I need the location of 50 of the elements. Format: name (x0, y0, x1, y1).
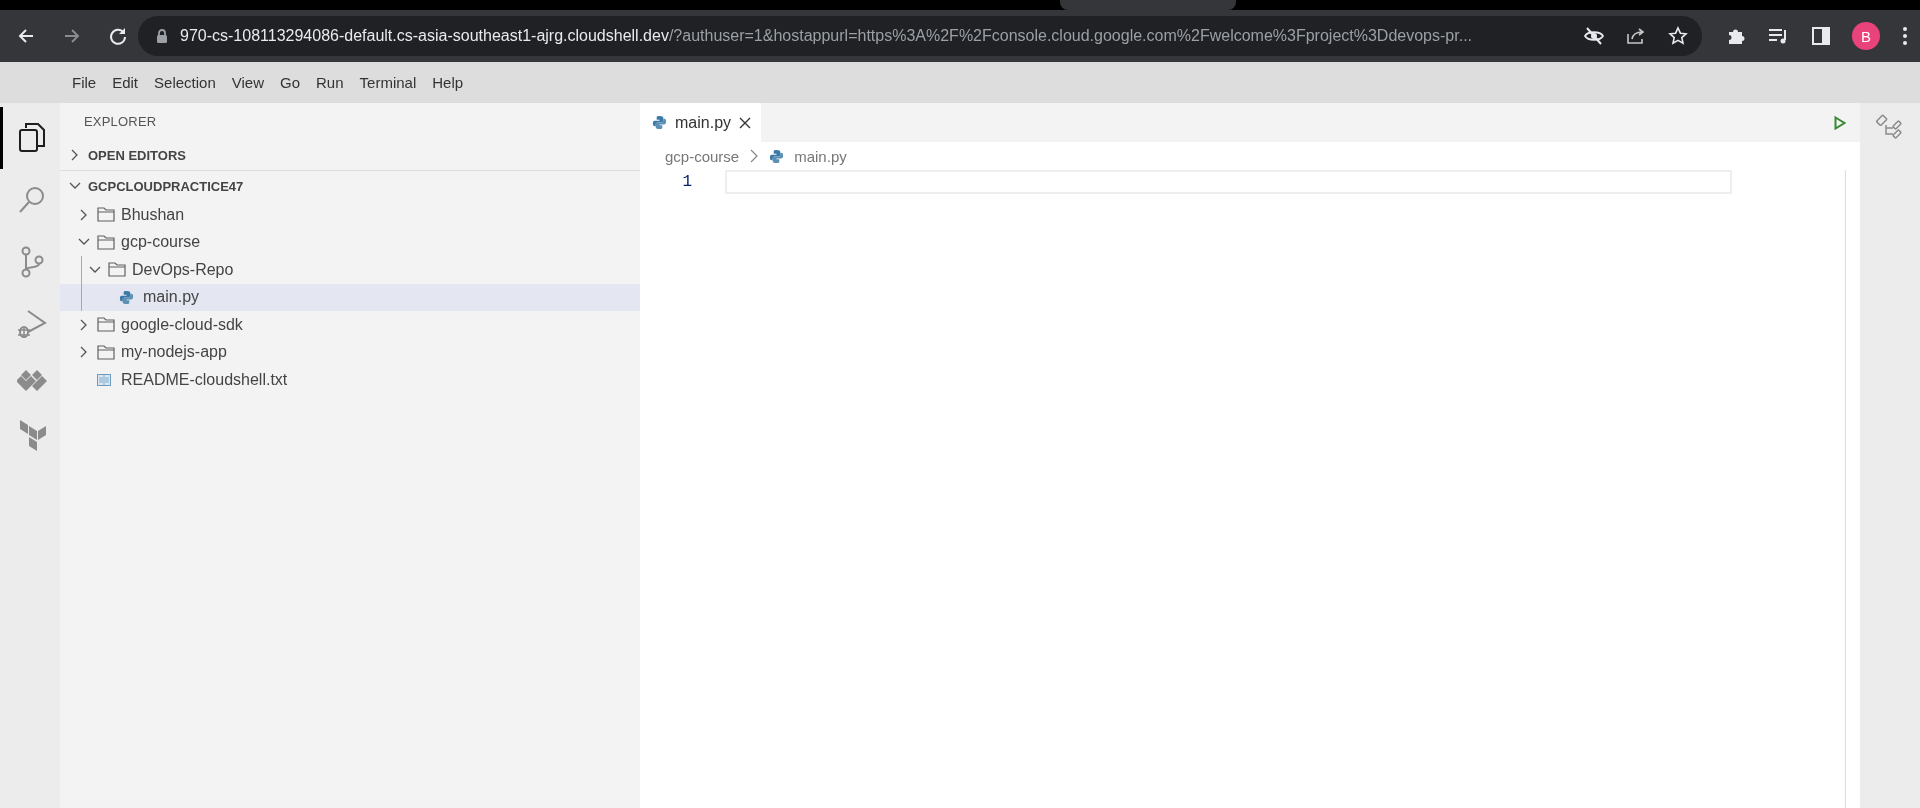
tree-row[interactable]: my-nodejs-app (60, 338, 640, 366)
outline-tree-icon[interactable] (1876, 113, 1904, 141)
python-file-icon (652, 115, 667, 130)
tree-row[interactable]: main.py (60, 283, 640, 311)
address-bar[interactable]: 970-cs-108113294086-default.cs-asia-southeast1-ajrg.cloudshell.dev/?authuser=1&hostappurl=https%3A%2F%2Fconsole.cloud.google.com%2Fwelcome%3Fproject%3Ddevops-pr... (138, 16, 1702, 56)
files-icon[interactable] (16, 122, 47, 154)
breadcrumb-item[interactable]: main.py (769, 147, 847, 165)
share-icon[interactable] (1626, 27, 1646, 45)
python-file-icon (119, 289, 134, 305)
folder-icon (108, 262, 126, 278)
run-icon[interactable] (1834, 115, 1846, 130)
python-file-icon (769, 148, 785, 164)
menu-item[interactable]: Terminal (351, 70, 425, 95)
menu-item[interactable]: Edit (104, 70, 147, 95)
menu-item[interactable]: Help (424, 70, 472, 95)
profile-avatar[interactable]: B (1852, 22, 1880, 50)
tree-row[interactable]: gcp-course (60, 228, 640, 256)
folder-icon (97, 207, 115, 223)
diamonds-icon[interactable] (16, 368, 47, 392)
editor-tab[interactable]: main.py (640, 103, 762, 142)
url-text: 970-cs-108113294086-default.cs-asia-southeast1-ajrg.cloudshell.dev/?authuser=1&hostappurl=https%3A%2F%2Fconsole.cloud.google.com%2Fwelcome%3Fproject%3Ddevops-pr... (180, 27, 1472, 44)
close-icon[interactable] (739, 116, 752, 129)
folder-icon (97, 344, 115, 360)
section-header[interactable]: OPEN EDITORS (88, 147, 186, 163)
tree-row[interactable]: DevOps-Repo (60, 256, 640, 284)
section-header[interactable]: GCPCLOUDPRACTICE47 (88, 178, 244, 194)
menu-item[interactable]: File (64, 70, 105, 95)
panel-title: EXPLORER (84, 114, 157, 129)
reload-icon[interactable] (108, 26, 128, 46)
line-number: 1 (681, 172, 692, 191)
menu-item[interactable]: Go (272, 70, 308, 95)
blocks-logo-icon[interactable] (17, 420, 46, 452)
folder-icon (97, 234, 115, 250)
menu-item[interactable]: Run (308, 70, 352, 95)
chevron-right-icon (749, 149, 760, 163)
folder-icon (97, 317, 115, 333)
lock-icon[interactable] (156, 29, 168, 43)
menu-item[interactable]: Selection (146, 70, 224, 95)
tree-row[interactable]: README-cloudshell.txt (60, 366, 640, 394)
eye-slash-icon[interactable] (1584, 27, 1604, 45)
star-icon[interactable] (1668, 26, 1688, 46)
run-debug-icon[interactable] (16, 308, 47, 340)
text-file-icon (97, 373, 111, 386)
kebab-menu-icon[interactable] (1902, 26, 1908, 46)
tree-row[interactable]: Bhushan (60, 201, 640, 229)
menu-item[interactable]: View (223, 70, 272, 95)
search-icon[interactable] (16, 185, 47, 215)
breadcrumb-item[interactable]: gcp-course (665, 147, 740, 165)
tree-row[interactable]: google-cloud-sdk (60, 311, 640, 339)
side-panel-icon[interactable] (1812, 27, 1830, 45)
